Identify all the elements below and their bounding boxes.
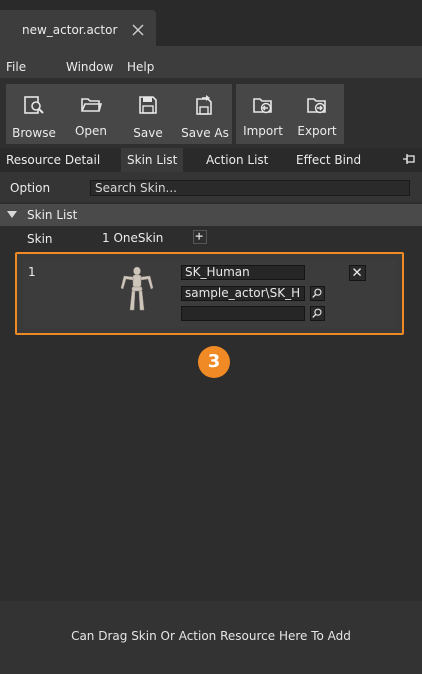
tab-resource-detail[interactable]: Resource Detail [6,148,100,172]
file-toolbar-group: Browse Open Save Save As [6,84,232,144]
skin-extra-field[interactable] [181,306,305,321]
close-icon [353,268,362,277]
browse-extra-button[interactable] [310,306,325,321]
skeleton-figure-icon [120,266,154,311]
search-icon [312,308,322,318]
save-as-button[interactable]: Save As [176,84,234,144]
save-label: Save [133,126,163,140]
skin-count-row: Skin 1 OneSkin [0,226,422,250]
menu-bar: File Window Help [0,46,422,78]
toolbar: Browse Open Save Save As Import Export [0,78,422,148]
add-skin-button[interactable] [193,230,207,244]
skin-path-field[interactable]: sample_actor\SK_H [181,286,305,301]
import-label: Import [243,124,283,138]
search-icon [312,288,322,298]
import-button[interactable]: Import [236,84,290,144]
export-button[interactable]: Export [290,84,344,144]
browse-label: Browse [12,126,56,140]
skin-list-section-header[interactable]: Skin List [0,204,422,226]
browse-button[interactable]: Browse [6,84,62,144]
pin-icon[interactable] [402,153,416,167]
option-label: Option [10,181,51,195]
skin-count: 1 OneSkin [102,231,164,245]
folder-import-icon [253,98,272,114]
io-toolbar-group: Import Export [236,84,344,144]
menu-help[interactable]: Help [127,60,154,74]
folder-open-icon [81,98,102,112]
document-tab[interactable]: new_actor.actor [0,10,156,46]
browse-path-button[interactable] [310,286,325,301]
save-button[interactable]: Save [120,84,176,144]
open-label: Open [74,124,108,138]
menu-file[interactable]: File [6,60,26,74]
document-tab-label: new_actor.actor [22,23,118,37]
skin-search-input[interactable]: Search Skin... [90,180,410,196]
skin-list-title: Skin List [27,208,78,222]
open-button[interactable]: Open [62,84,120,144]
tab-action-list[interactable]: Action List [206,148,268,172]
option-row: Option Search Skin... [0,172,422,202]
skin-item-index: 1 [28,265,36,279]
collapse-arrow-icon[interactable] [6,210,18,220]
plus-icon [195,232,203,240]
floppy-disk-arrow-icon [196,95,212,115]
title-bar: new_actor.actor [0,0,422,46]
panel-tab-bar: Resource Detail Skin List Action List Ef… [0,148,422,172]
tab-effect-bind[interactable]: Effect Bind [296,148,361,172]
save-as-label: Save As [181,126,229,140]
step-badge: 3 [198,346,230,378]
tab-skin-list[interactable]: Skin List [121,148,184,172]
folder-export-icon [307,98,326,114]
floppy-disk-icon [139,96,157,114]
remove-skin-button[interactable] [349,265,366,281]
skin-label: Skin [27,232,53,246]
skin-name-field[interactable]: SK_Human [181,265,305,280]
close-icon[interactable] [131,23,145,37]
drop-zone[interactable]: Can Drag Skin Or Action Resource Here To… [0,601,422,674]
drop-zone-hint: Can Drag Skin Or Action Resource Here To… [71,629,351,643]
menu-window[interactable]: Window [66,60,113,74]
browse-magnifier-icon [24,96,44,114]
export-label: Export [297,124,337,138]
